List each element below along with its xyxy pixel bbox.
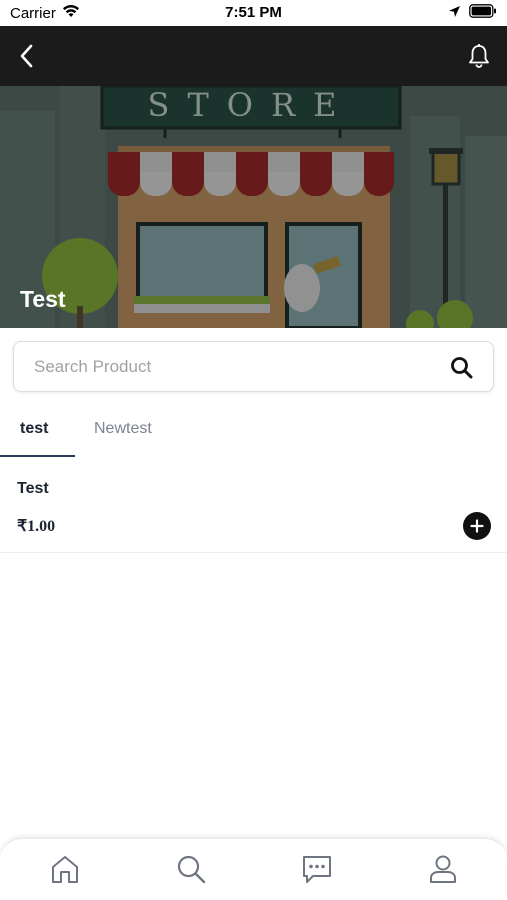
tab-newtest[interactable]: Newtest <box>94 420 152 438</box>
status-right <box>448 4 497 22</box>
location-arrow-icon <box>448 5 461 22</box>
battery-icon <box>469 4 497 22</box>
nav-bar <box>0 26 507 86</box>
store-name: Test <box>20 286 66 312</box>
chat-icon[interactable] <box>301 853 333 885</box>
product-price: ₹1.00 <box>17 518 56 535</box>
search-icon[interactable] <box>450 356 473 379</box>
product-name: Test <box>17 480 49 497</box>
nav-search-icon[interactable] <box>175 853 207 885</box>
home-icon[interactable] <box>49 853 81 885</box>
app-screen: Carrier 7:51 PM STORE Test Search Produc… <box>0 0 507 900</box>
profile-icon[interactable] <box>427 853 459 885</box>
search-bar <box>13 341 494 392</box>
add-to-cart-button[interactable] <box>463 512 491 540</box>
tab-test[interactable]: test <box>20 420 48 438</box>
bottom-tab-bar <box>0 838 507 900</box>
store-banner-illustration: STORE <box>0 86 507 328</box>
status-time: 7:51 PM <box>225 4 282 21</box>
category-tabs: test Newtest <box>0 408 507 458</box>
back-chevron-icon[interactable] <box>14 42 42 70</box>
plus-icon <box>470 519 484 533</box>
bell-icon[interactable] <box>465 42 493 70</box>
store-banner: STORE Test <box>0 86 507 328</box>
status-bar: Carrier 7:51 PM <box>0 0 507 26</box>
active-tab-indicator <box>0 455 75 457</box>
product-item[interactable]: Test ₹1.00 <box>0 470 507 553</box>
search-input[interactable] <box>34 354 434 380</box>
